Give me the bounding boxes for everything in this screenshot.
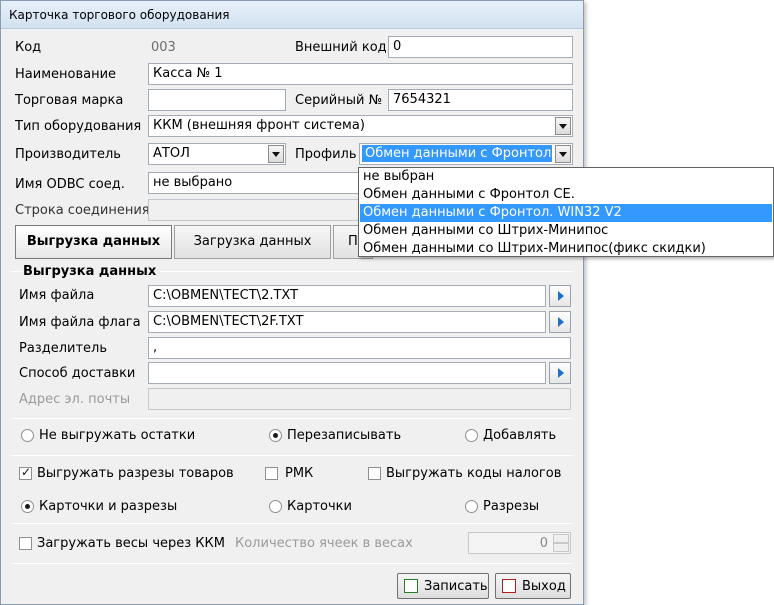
check-tax-codes-label: Выгружать коды налогов [386, 466, 562, 481]
radio-cards-label: Карточки [287, 499, 352, 514]
serial-label: Серийный № [295, 93, 383, 108]
cells-count-spinner[interactable]: 0 [468, 532, 571, 554]
radio-no-stock[interactable] [21, 429, 34, 442]
type-label: Тип оборудования [15, 119, 142, 134]
separator-field[interactable]: , [148, 337, 571, 359]
separator-label: Разделитель [19, 341, 108, 356]
tab-import[interactable]: Загрузка данных [174, 225, 331, 259]
type-combo-value: ККМ (внешняя фронт система) [153, 118, 365, 133]
dropdown-item[interactable]: Обмен данными со Штрих-Минипос [360, 222, 772, 240]
radio-append[interactable] [465, 429, 478, 442]
conn-field[interactable] [148, 199, 362, 221]
window-title: Карточка торгового оборудования [9, 8, 230, 22]
delivery-label: Способ доставки [19, 366, 136, 381]
flag-field[interactable]: C:\OBMEN\TECT\2F.TXT [148, 311, 546, 333]
dropdown-item[interactable]: Обмен данными со Штрих-Минипос(фикс скид… [360, 240, 772, 258]
ext-code-label: Внешний код [295, 40, 387, 55]
exit-icon [502, 579, 516, 593]
delivery-select-icon[interactable] [549, 362, 571, 384]
maker-label: Производитель [15, 147, 121, 162]
conn-label: Строка соединения [15, 203, 150, 218]
radio-overwrite-label: Перезаписывать [287, 428, 402, 443]
radio-cards[interactable] [269, 500, 282, 513]
file-field[interactable]: C:\OBMEN\TECT\2.TXT [148, 285, 546, 307]
check-load-scales-label: Загружать весы через ККМ [37, 536, 225, 551]
odbc-combo-value: не выбрано [153, 175, 233, 190]
flag-label: Имя файла флага [19, 315, 141, 330]
radio-no-stock-label: Не выгружать остатки [39, 428, 196, 443]
radio-sections-label: Разрезы [483, 499, 540, 514]
dropdown-item-selected[interactable]: Обмен данными с Фронтол. WIN32 V2 [360, 204, 772, 222]
brand-field[interactable] [148, 89, 286, 111]
radio-cards-and-sections-label: Карточки и разрезы [39, 499, 178, 514]
code-label: Код [15, 40, 42, 55]
check-load-scales[interactable] [19, 537, 32, 550]
code-value: 003 [151, 40, 176, 55]
radio-overwrite[interactable] [269, 429, 282, 442]
tab-export[interactable]: Выгрузка данных [15, 225, 172, 259]
profile-dropdown-list[interactable]: не выбран Обмен данными с Фронтол СЕ. Об… [358, 167, 774, 257]
name-label: Наименование [15, 67, 117, 82]
title-bar[interactable]: Карточка торгового оборудования [1, 1, 583, 29]
brand-label: Торговая марка [15, 93, 124, 108]
radio-sections[interactable] [465, 500, 478, 513]
radio-append-label: Добавлять [483, 428, 557, 443]
save-button[interactable]: Записать [397, 573, 489, 599]
dropdown-item[interactable]: Обмен данными с Фронтол СЕ. [360, 186, 772, 204]
spin-up-icon[interactable] [553, 534, 569, 543]
profile-combo[interactable]: Обмен данными с Фронтол. WIN32 V2 [359, 143, 573, 165]
divider [11, 455, 573, 456]
check-export-sections[interactable] [19, 465, 32, 480]
spin-down-icon[interactable] [553, 543, 569, 552]
email-field[interactable] [148, 388, 571, 410]
exit-button[interactable]: Выход [495, 573, 571, 599]
delivery-field[interactable] [148, 362, 546, 384]
chevron-down-icon[interactable] [555, 117, 571, 135]
divider [11, 563, 573, 564]
exit-button-label: Выход [522, 579, 566, 594]
file-browse-icon[interactable] [549, 285, 571, 307]
check-export-sections-label: Выгружать разрезы товаров [37, 466, 234, 481]
chevron-down-icon[interactable] [555, 145, 571, 163]
divider [11, 523, 573, 524]
radio-cards-and-sections[interactable] [21, 500, 34, 513]
odbc-combo[interactable]: не выбрано [148, 172, 362, 194]
save-icon [404, 579, 418, 593]
email-label: Адрес эл. почты [19, 392, 131, 407]
divider [11, 418, 573, 419]
check-tax-codes[interactable] [368, 467, 381, 480]
odbc-label: Имя ODBC соед. [15, 177, 125, 192]
file-label: Имя файла [19, 288, 95, 303]
serial-field[interactable]: 7654321 [388, 89, 573, 111]
ext-code-field[interactable]: 0 [388, 36, 573, 58]
profile-label: Профиль [295, 147, 357, 162]
profile-combo-value: Обмен данными с Фронтол. WIN32 V2 [362, 145, 552, 162]
type-combo[interactable]: ККМ (внешняя фронт система) [148, 115, 573, 137]
flag-browse-icon[interactable] [549, 311, 571, 333]
name-field[interactable]: Касса № 1 [148, 63, 573, 85]
check-rmk[interactable] [265, 467, 278, 480]
cells-count-value: 0 [539, 536, 548, 551]
export-group-title: Выгрузка данных [23, 264, 161, 279]
maker-combo[interactable]: АТОЛ [148, 143, 286, 165]
cells-count-label: Количество ячеек в весах [235, 536, 413, 551]
dropdown-item[interactable]: не выбран [360, 168, 772, 186]
save-button-label: Записать [424, 579, 488, 594]
chevron-down-icon[interactable] [268, 145, 284, 163]
check-rmk-label: РМК [285, 466, 314, 481]
equipment-card-window: Карточка торгового оборудования Код 003 … [0, 0, 584, 605]
maker-combo-value: АТОЛ [153, 146, 190, 161]
